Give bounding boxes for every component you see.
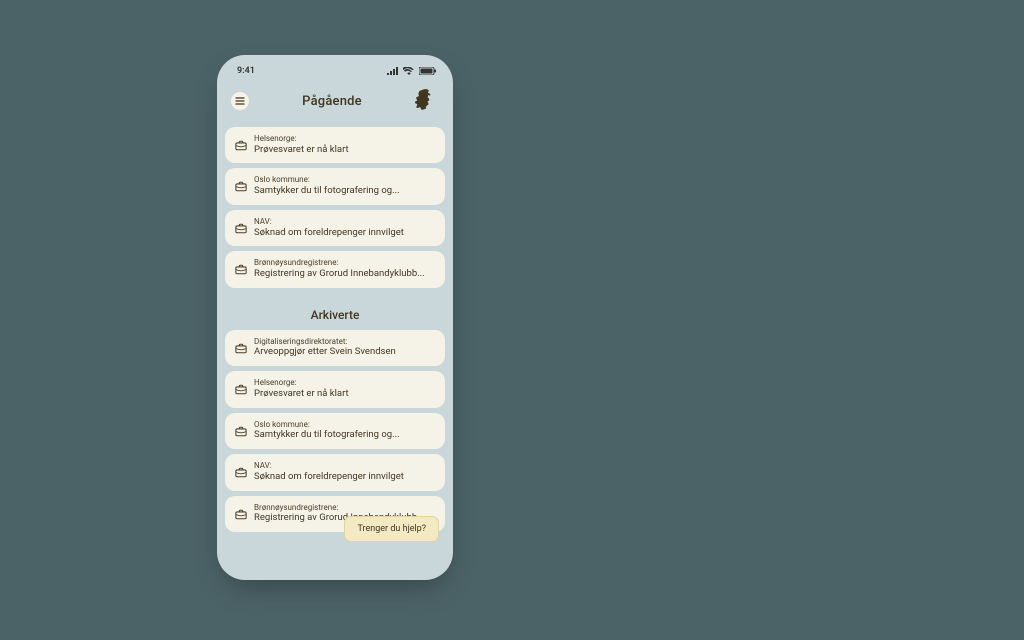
- briefcase-icon: [235, 422, 247, 434]
- archived-item[interactable]: NAV:Søknad om foreldrepenger innvilget: [225, 454, 445, 490]
- status-right: [387, 67, 437, 75]
- item-text: Digitaliseringsdirektoratet:Arveoppgjør …: [254, 337, 435, 358]
- page-title: Pågående: [249, 94, 415, 109]
- help-label: Trenger du hjelp?: [357, 524, 426, 534]
- archived-item[interactable]: Digitaliseringsdirektoratet:Arveoppgjør …: [225, 330, 445, 366]
- ongoing-item[interactable]: Oslo kommune:Samtykker du til fotografer…: [225, 168, 445, 204]
- signal-icon: [387, 67, 399, 75]
- item-subject: Registrering av Grorud Innebandyklubb...: [254, 268, 435, 280]
- ongoing-item[interactable]: NAV:Søknad om foreldrepenger innvilget: [225, 210, 445, 246]
- section-label-archived: Arkiverte: [217, 308, 453, 322]
- item-sender: Digitaliseringsdirektoratet:: [254, 337, 435, 347]
- menu-button[interactable]: [231, 92, 249, 110]
- item-sender: Oslo kommune:: [254, 175, 435, 185]
- item-sender: NAV:: [254, 217, 435, 227]
- wifi-icon: [403, 67, 415, 75]
- item-sender: Brønnøysundregistrene:: [254, 503, 435, 513]
- ongoing-item[interactable]: Helsenorge:Prøvesvaret er nå klart: [225, 127, 445, 163]
- item-subject: Arveoppgjør etter Svein Svendsen: [254, 346, 435, 358]
- norwegian-lion-logo: [415, 89, 437, 113]
- item-text: Brønnøysundregistrene:Registrering av Gr…: [254, 258, 435, 279]
- briefcase-icon: [235, 505, 247, 517]
- archived-list: Digitaliseringsdirektoratet:Arveoppgjør …: [217, 330, 453, 532]
- item-sender: Helsenorge:: [254, 378, 435, 388]
- briefcase-icon: [235, 380, 247, 392]
- item-sender: Helsenorge:: [254, 134, 435, 144]
- briefcase-icon: [235, 136, 247, 148]
- item-subject: Samtykker du til fotografering og...: [254, 185, 435, 197]
- briefcase-icon: [235, 463, 247, 475]
- item-text: Helsenorge:Prøvesvaret er nå klart: [254, 134, 435, 155]
- header: Pågående: [217, 79, 453, 119]
- item-sender: NAV:: [254, 461, 435, 471]
- ongoing-list: Helsenorge:Prøvesvaret er nå klart Oslo k…: [217, 127, 453, 288]
- item-text: Helsenorge:Prøvesvaret er nå klart: [254, 378, 435, 399]
- item-text: NAV:Søknad om foreldrepenger innvilget: [254, 217, 435, 238]
- item-sender: Oslo kommune:: [254, 420, 435, 430]
- phone-frame: 9:41 Pågående Helsenorge:Prøvesvaret er …: [217, 55, 453, 580]
- item-subject: Søknad om foreldrepenger innvilget: [254, 227, 435, 239]
- briefcase-icon: [235, 177, 247, 189]
- item-text: NAV:Søknad om foreldrepenger innvilget: [254, 461, 435, 482]
- help-button[interactable]: Trenger du hjelp?: [344, 516, 439, 542]
- item-subject: Prøvesvaret er nå klart: [254, 144, 435, 156]
- briefcase-icon: [235, 219, 247, 231]
- archived-item[interactable]: Helsenorge:Prøvesvaret er nå klart: [225, 371, 445, 407]
- status-bar: 9:41: [217, 55, 453, 79]
- item-text: Oslo kommune:Samtykker du til fotografer…: [254, 175, 435, 196]
- status-time: 9:41: [237, 66, 255, 76]
- ongoing-item[interactable]: Brønnøysundregistrene:Registrering av Gr…: [225, 251, 445, 287]
- hamburger-icon: [235, 97, 245, 105]
- archived-item[interactable]: Oslo kommune:Samtykker du til fotografer…: [225, 413, 445, 449]
- item-sender: Brønnøysundregistrene:: [254, 258, 435, 268]
- briefcase-icon: [235, 339, 247, 351]
- item-text: Oslo kommune:Samtykker du til fotografer…: [254, 420, 435, 441]
- briefcase-icon: [235, 260, 247, 272]
- item-subject: Prøvesvaret er nå klart: [254, 388, 435, 400]
- battery-icon: [419, 67, 437, 75]
- item-subject: Samtykker du til fotografering og...: [254, 429, 435, 441]
- item-subject: Søknad om foreldrepenger innvilget: [254, 471, 435, 483]
